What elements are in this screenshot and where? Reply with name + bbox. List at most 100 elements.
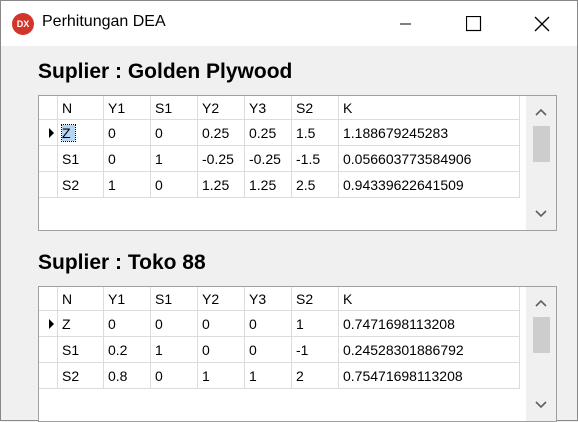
grid-cell[interactable]: 1 — [150, 336, 198, 363]
vertical-scrollbar[interactable] — [526, 96, 556, 230]
title-bar[interactable]: DX Perhitungan DEA — [1, 1, 577, 46]
grid-cell[interactable]: 1.25 — [244, 171, 292, 198]
grid-cell[interactable]: 0 — [244, 310, 292, 337]
chevron-down-icon — [535, 210, 547, 218]
grid-cell[interactable]: 0 — [103, 310, 151, 337]
row-indicator — [39, 145, 58, 172]
column-header-n[interactable]: N — [57, 96, 104, 120]
scroll-down-button[interactable] — [526, 204, 556, 224]
column-header-y3[interactable]: Y3 — [244, 287, 292, 311]
grid-cell[interactable]: 1 — [103, 171, 151, 198]
row-indicator — [39, 336, 58, 363]
current-row-pointer-icon — [49, 128, 54, 138]
grid-cell[interactable]: 1 — [291, 310, 339, 337]
grid-cell[interactable]: 0 — [150, 362, 198, 389]
grid-cell[interactable]: 0.2 — [103, 336, 151, 363]
grid-cell[interactable]: 0.75471698113208 — [338, 362, 520, 389]
data-grid-golden-plywood[interactable]: N Y1 S1 Y2 Y3 S2 K Z 0 0 0.25 0.25 1.5 1… — [38, 95, 557, 231]
row-indicator-header — [39, 287, 58, 311]
grid-cell[interactable]: Z — [57, 119, 104, 146]
grid-cell[interactable]: Z — [57, 310, 104, 337]
grid-cell[interactable]: 1 — [197, 362, 245, 389]
column-header-s1[interactable]: S1 — [150, 96, 198, 120]
row-indicator-header — [39, 96, 58, 120]
grid-cell[interactable]: 0.24528301886792 — [338, 336, 520, 363]
grid-cell[interactable]: 2 — [291, 362, 339, 389]
grid-cell[interactable]: 1 — [244, 362, 292, 389]
grid-cell[interactable]: 0 — [103, 119, 151, 146]
header-row: N Y1 S1 Y2 Y3 S2 K — [39, 287, 520, 311]
column-header-s2[interactable]: S2 — [291, 96, 339, 120]
row-indicator — [39, 119, 58, 146]
table-row[interactable]: Z 0 0 0.25 0.25 1.5 1.188679245283 — [39, 119, 520, 146]
grid-cell[interactable]: 0.8 — [103, 362, 151, 389]
chevron-up-icon — [535, 299, 547, 307]
close-button[interactable] — [519, 1, 565, 46]
scroll-up-button[interactable] — [526, 102, 556, 122]
scroll-thumb[interactable] — [533, 317, 550, 353]
scroll-thumb[interactable] — [533, 126, 550, 162]
column-header-y2[interactable]: Y2 — [197, 287, 245, 311]
grid-cell[interactable]: 0.25 — [244, 119, 292, 146]
table-row[interactable]: S2 1 0 1.25 1.25 2.5 0.94339622641509 — [39, 171, 520, 198]
chevron-down-icon — [535, 401, 547, 409]
grid-cell[interactable]: 0 — [150, 310, 198, 337]
grid-cell[interactable]: 0.056603773584906 — [338, 145, 520, 172]
grid-cell[interactable]: -0.25 — [244, 145, 292, 172]
grid-cell[interactable]: S1 — [57, 336, 104, 363]
column-header-y2[interactable]: Y2 — [197, 96, 245, 120]
chevron-up-icon — [535, 108, 547, 116]
grid-cell[interactable]: S1 — [57, 145, 104, 172]
grid-cell[interactable]: 0 — [103, 145, 151, 172]
minimize-button[interactable] — [383, 1, 429, 46]
table-row[interactable]: Z 0 0 0 0 1 0.7471698113208 — [39, 310, 520, 337]
grid-cell[interactable]: 0 — [197, 310, 245, 337]
close-icon — [534, 16, 550, 31]
row-indicator — [39, 171, 58, 198]
column-header-y1[interactable]: Y1 — [103, 287, 151, 311]
column-header-k[interactable]: K — [338, 287, 520, 311]
grid-cell[interactable]: 2.5 — [291, 171, 339, 198]
selected-cell-text: Z — [61, 123, 76, 142]
grid-cell[interactable]: 1 — [150, 145, 198, 172]
maximize-button[interactable] — [451, 1, 497, 46]
section-title-toko-88: Suplier : Toko 88 — [38, 251, 206, 274]
column-header-y3[interactable]: Y3 — [244, 96, 292, 120]
table-row[interactable]: S1 0.2 1 0 0 -1 0.24528301886792 — [39, 336, 520, 363]
grid-cell[interactable]: S2 — [57, 171, 104, 198]
scroll-down-button[interactable] — [526, 395, 556, 415]
scroll-up-button[interactable] — [526, 293, 556, 313]
vertical-scrollbar[interactable] — [526, 287, 556, 421]
column-header-s2[interactable]: S2 — [291, 287, 339, 311]
grid-cell[interactable]: -0.25 — [197, 145, 245, 172]
column-header-y1[interactable]: Y1 — [103, 96, 151, 120]
grid-cell[interactable]: 0.94339622641509 — [338, 171, 520, 198]
app-icon: DX — [12, 13, 34, 35]
grid-cell[interactable]: S2 — [57, 362, 104, 389]
grid-cell[interactable]: 0 — [150, 171, 198, 198]
header-row: N Y1 S1 Y2 Y3 S2 K — [39, 96, 520, 120]
grid-cell[interactable]: 0 — [150, 119, 198, 146]
table-row[interactable]: S2 0.8 0 1 1 2 0.75471698113208 — [39, 362, 520, 389]
row-indicator — [39, 310, 58, 337]
grid-cell[interactable]: 1.25 — [197, 171, 245, 198]
grid-cell[interactable]: -1.5 — [291, 145, 339, 172]
grid-cell[interactable]: 0 — [197, 336, 245, 363]
grid-cell[interactable]: 0.25 — [197, 119, 245, 146]
section-title-golden-plywood: Suplier : Golden Plywood — [38, 60, 293, 83]
grid-cell[interactable]: 1.188679245283 — [338, 119, 520, 146]
row-indicator — [39, 362, 58, 389]
app-window: DX Perhitungan DEA Suplier : Golden Plyw… — [0, 0, 578, 422]
table-row[interactable]: S1 0 1 -0.25 -0.25 -1.5 0.05660377358490… — [39, 145, 520, 172]
grid-cell[interactable]: 0.7471698113208 — [338, 310, 520, 337]
maximize-icon — [466, 15, 482, 31]
column-header-k[interactable]: K — [338, 96, 520, 120]
current-row-pointer-icon — [49, 319, 54, 329]
grid-cell[interactable]: 1.5 — [291, 119, 339, 146]
column-header-s1[interactable]: S1 — [150, 287, 198, 311]
data-grid-toko-88[interactable]: N Y1 S1 Y2 Y3 S2 K Z 0 0 0 0 1 0.7471698… — [38, 286, 557, 422]
grid-cell[interactable]: 0 — [244, 336, 292, 363]
grid-cell[interactable]: -1 — [291, 336, 339, 363]
grid-table: N Y1 S1 Y2 Y3 S2 K Z 0 0 0.25 0.25 1.5 1… — [39, 96, 520, 198]
column-header-n[interactable]: N — [57, 287, 104, 311]
